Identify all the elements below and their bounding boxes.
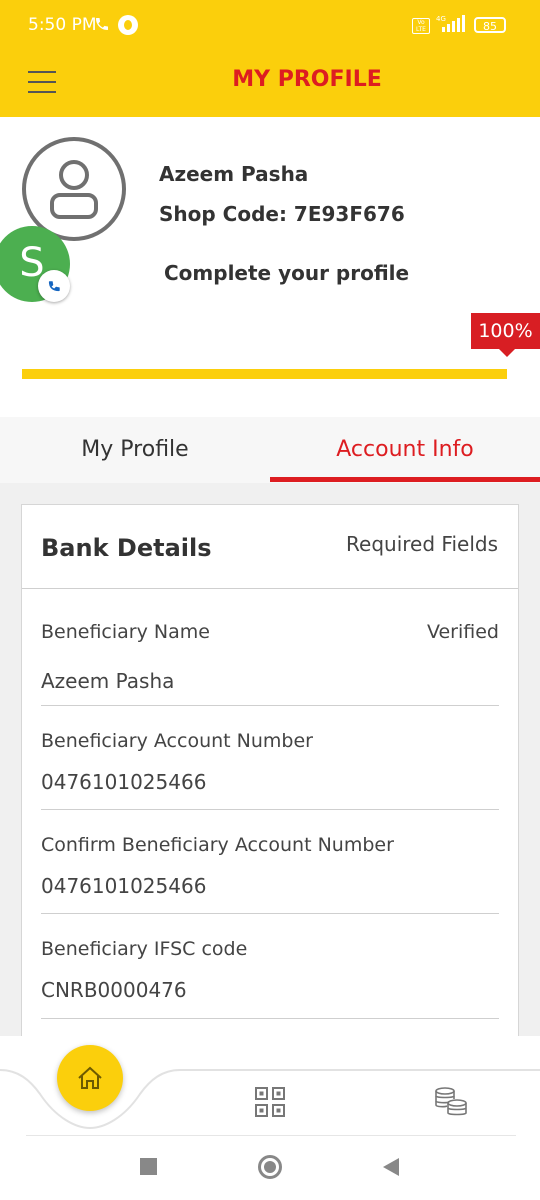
battery-icon: 85 — [474, 17, 506, 33]
recent-apps-icon[interactable] — [140, 1158, 157, 1175]
ifsc-code-field: Beneficiary IFSC code CNRB0000476 — [41, 913, 499, 1019]
system-home-icon[interactable] — [258, 1155, 282, 1179]
network-type: 4G — [436, 15, 446, 23]
beneficiary-name-input[interactable]: Azeem Pasha — [41, 669, 174, 693]
profile-name: Azeem Pasha — [159, 162, 309, 186]
verified-status: Verified — [426, 621, 499, 643]
signal-icon: 4G — [432, 14, 470, 34]
account-number-field: Beneficiary Account Number 0476101025466 — [41, 705, 499, 810]
ifsc-code-input[interactable]: CNRB0000476 — [41, 978, 187, 1002]
completion-badge: 100% — [471, 313, 540, 357]
required-fields-label: Required Fields — [346, 532, 498, 556]
whatsapp-icon — [118, 15, 138, 35]
phone-call-icon — [94, 16, 110, 36]
app-bar: MY PROFILE — [0, 52, 540, 117]
page-title: MY PROFILE — [232, 67, 382, 92]
bank-details-card: Bank Details Required Fields Beneficiary… — [21, 504, 519, 1036]
account-info-content[interactable]: Bank Details Required Fields Beneficiary… — [0, 483, 540, 1036]
bank-details-title: Bank Details — [41, 534, 212, 562]
ifsc-code-label: Beneficiary IFSC code — [41, 938, 248, 960]
qr-code-icon[interactable] — [254, 1086, 286, 1118]
status-time: 5:50 PM — [28, 15, 97, 35]
beneficiary-name-field: Beneficiary Name Verified Azeem Pasha — [41, 589, 499, 706]
complete-profile-text[interactable]: Complete your profile — [164, 261, 409, 285]
beneficiary-name-label: Beneficiary Name — [41, 621, 210, 643]
profile-progress-fill — [22, 369, 507, 379]
call-badge-icon — [38, 270, 70, 302]
home-icon — [78, 1066, 102, 1089]
bottom-navigation — [0, 1036, 540, 1136]
tab-my-profile[interactable]: My Profile — [0, 417, 270, 483]
confirm-account-number-label: Confirm Beneficiary Account Number — [41, 834, 394, 856]
battery-level: 85 — [483, 20, 497, 33]
profile-tabs: My Profile Account Info — [0, 417, 540, 483]
volte-label: Vo LTE — [416, 19, 426, 33]
home-button[interactable] — [57, 1045, 123, 1111]
active-tab-indicator — [270, 477, 540, 482]
profile-header: Azeem Pasha Shop Code: 7E93F676 Complete… — [0, 117, 540, 417]
bank-details-header: Bank Details Required Fields — [22, 505, 518, 589]
back-icon[interactable] — [383, 1158, 399, 1176]
user-icon — [50, 160, 98, 219]
tab-account-info[interactable]: Account Info — [270, 417, 540, 483]
shop-code: Shop Code: 7E93F676 — [159, 202, 405, 226]
account-number-label: Beneficiary Account Number — [41, 730, 313, 752]
chat-head-bubble[interactable]: S — [0, 226, 70, 302]
confirm-account-number-field: Confirm Beneficiary Account Number 04761… — [41, 809, 499, 914]
confirm-account-number-input[interactable]: 0476101025466 — [41, 874, 206, 898]
profile-progress-bar — [22, 369, 507, 379]
coins-icon[interactable] — [433, 1086, 469, 1118]
system-navigation-bar — [0, 1136, 540, 1200]
status-bar: 5:50 PM Vo LTE 4G 85 — [0, 0, 540, 52]
account-number-input[interactable]: 0476101025466 — [41, 770, 206, 794]
volte-icon: Vo LTE — [412, 18, 430, 34]
